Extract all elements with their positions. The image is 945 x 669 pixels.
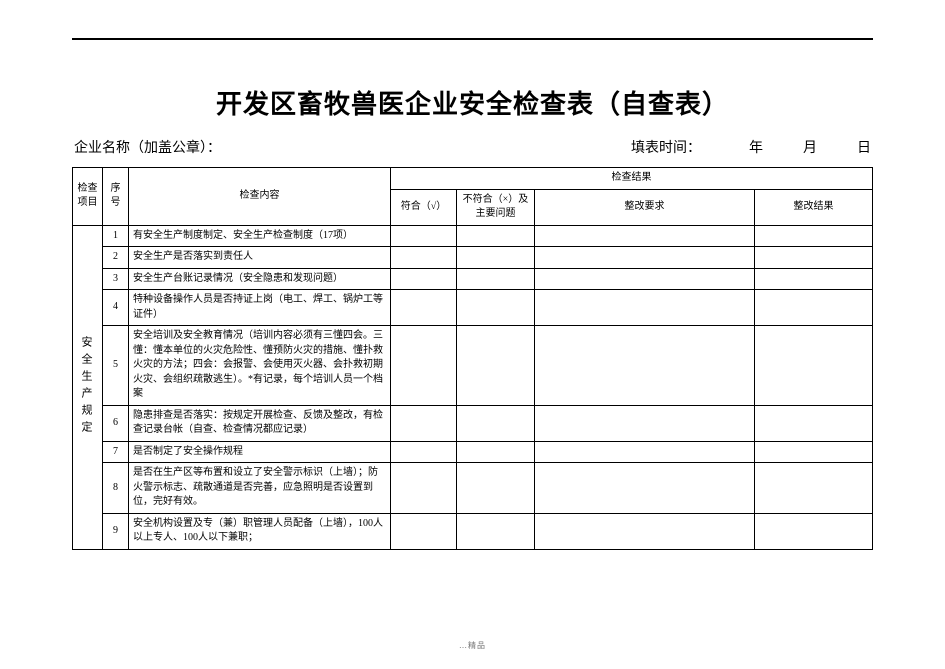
cell-conform: [391, 290, 457, 326]
cell-rectify-req: [535, 247, 755, 269]
cell-not-conform: [457, 326, 535, 406]
cell-conform: [391, 268, 457, 290]
fill-date-field: 填表时间： 年 月 日: [631, 137, 871, 157]
table-row: 5 安全培训及安全教育情况（培训内容必须有三懂四会。三懂：懂本单位的火灾危险性、…: [73, 326, 873, 406]
header-row-1: 检查项目 序号 检查内容 检查结果: [73, 168, 873, 190]
meta-row: 企业名称（加盖公章）： 填表时间： 年 月 日: [72, 137, 873, 157]
table-row: 8 是否在生产区等布置和设立了安全警示标识（上墙）；防火警示标志、疏散通道是否完…: [73, 463, 873, 514]
top-horizontal-rule: [72, 38, 873, 40]
row-index: 8: [103, 463, 129, 514]
cell-rectify-res: [755, 247, 873, 269]
cell-rectify-res: [755, 513, 873, 549]
cell-conform: [391, 441, 457, 463]
cell-not-conform: [457, 441, 535, 463]
th-rectify-req: 整改要求: [535, 189, 755, 225]
fill-date-label: 填表时间：: [631, 137, 701, 157]
th-content: 检查内容: [129, 168, 391, 226]
cell-rectify-res: [755, 268, 873, 290]
row-content: 是否在生产区等布置和设立了安全警示标识（上墙）；防火警示标志、疏散通道是否完善，…: [129, 463, 391, 514]
cell-not-conform: [457, 513, 535, 549]
month-unit: 月: [803, 137, 817, 157]
cell-rectify-req: [535, 441, 755, 463]
cell-rectify-res: [755, 225, 873, 247]
cell-conform: [391, 247, 457, 269]
cell-not-conform: [457, 268, 535, 290]
inspection-table: 检查项目 序号 检查内容 检查结果 符合（√） 不符合（×）及主要问题 整改要求…: [72, 167, 873, 550]
row-index: 3: [103, 268, 129, 290]
row-content: 特种设备操作人员是否持证上岗（电工、焊工、锅炉工等证件）: [129, 290, 391, 326]
day-unit: 日: [857, 137, 871, 157]
category-cell: 安全生产规定: [73, 225, 103, 549]
table-row: 6 隐患排查是否落实：按规定开展检查、反馈及整改，有检查记录台帐（自查、检查情况…: [73, 405, 873, 441]
row-content: 安全机构设置及专（兼）职管理人员配备（上墙），100人以上专人、100人以下兼职…: [129, 513, 391, 549]
company-name-label: 企业名称（加盖公章）：: [74, 137, 221, 157]
page-title: 开发区畜牧兽医企业安全检查表（自查表）: [72, 84, 873, 121]
table-row: 4 特种设备操作人员是否持证上岗（电工、焊工、锅炉工等证件）: [73, 290, 873, 326]
cell-not-conform: [457, 290, 535, 326]
table-row: 2 安全生产是否落实到责任人: [73, 247, 873, 269]
cell-conform: [391, 225, 457, 247]
cell-rectify-req: [535, 268, 755, 290]
table-row: 7 是否制定了安全操作规程: [73, 441, 873, 463]
cell-rectify-req: [535, 326, 755, 406]
cell-rectify-res: [755, 290, 873, 326]
cell-rectify-res: [755, 463, 873, 514]
cell-not-conform: [457, 225, 535, 247]
cell-rectify-req: [535, 225, 755, 247]
row-content: 安全培训及安全教育情况（培训内容必须有三懂四会。三懂：懂本单位的火灾危险性、懂预…: [129, 326, 391, 406]
row-content: 有安全生产制度制定、安全生产检查制度（17项）: [129, 225, 391, 247]
table-body: 安全生产规定 1 有安全生产制度制定、安全生产检查制度（17项） 2 安全生产是…: [73, 225, 873, 549]
table-row: 9 安全机构设置及专（兼）职管理人员配备（上墙），100人以上专人、100人以下…: [73, 513, 873, 549]
th-category: 检查项目: [73, 168, 103, 226]
th-result-group: 检查结果: [391, 168, 873, 190]
cell-rectify-res: [755, 441, 873, 463]
th-not-conform: 不符合（×）及主要问题: [457, 189, 535, 225]
row-index: 6: [103, 405, 129, 441]
company-name-field: 企业名称（加盖公章）：: [74, 137, 221, 157]
cell-conform: [391, 326, 457, 406]
th-conform: 符合（√）: [391, 189, 457, 225]
th-rectify-res: 整改结果: [755, 189, 873, 225]
table-row: 3 安全生产台账记录情况（安全隐患和发现问题）: [73, 268, 873, 290]
footer-watermark: …精品: [459, 640, 486, 651]
th-index: 序号: [103, 168, 129, 226]
row-content: 安全生产台账记录情况（安全隐患和发现问题）: [129, 268, 391, 290]
row-index: 5: [103, 326, 129, 406]
cell-rectify-res: [755, 326, 873, 406]
cell-rectify-req: [535, 513, 755, 549]
year-unit: 年: [749, 137, 763, 157]
row-index: 2: [103, 247, 129, 269]
cell-not-conform: [457, 247, 535, 269]
cell-conform: [391, 513, 457, 549]
row-index: 9: [103, 513, 129, 549]
row-content: 是否制定了安全操作规程: [129, 441, 391, 463]
cell-not-conform: [457, 463, 535, 514]
cell-conform: [391, 463, 457, 514]
row-content: 隐患排查是否落实：按规定开展检查、反馈及整改，有检查记录台帐（自查、检查情况都应…: [129, 405, 391, 441]
row-index: 4: [103, 290, 129, 326]
cell-rectify-res: [755, 405, 873, 441]
category-label: 安全生产规定: [77, 336, 93, 438]
row-index: 1: [103, 225, 129, 247]
table-row: 安全生产规定 1 有安全生产制度制定、安全生产检查制度（17项）: [73, 225, 873, 247]
cell-conform: [391, 405, 457, 441]
row-index: 7: [103, 441, 129, 463]
cell-rectify-req: [535, 405, 755, 441]
cell-rectify-req: [535, 463, 755, 514]
row-content: 安全生产是否落实到责任人: [129, 247, 391, 269]
cell-rectify-req: [535, 290, 755, 326]
cell-not-conform: [457, 405, 535, 441]
